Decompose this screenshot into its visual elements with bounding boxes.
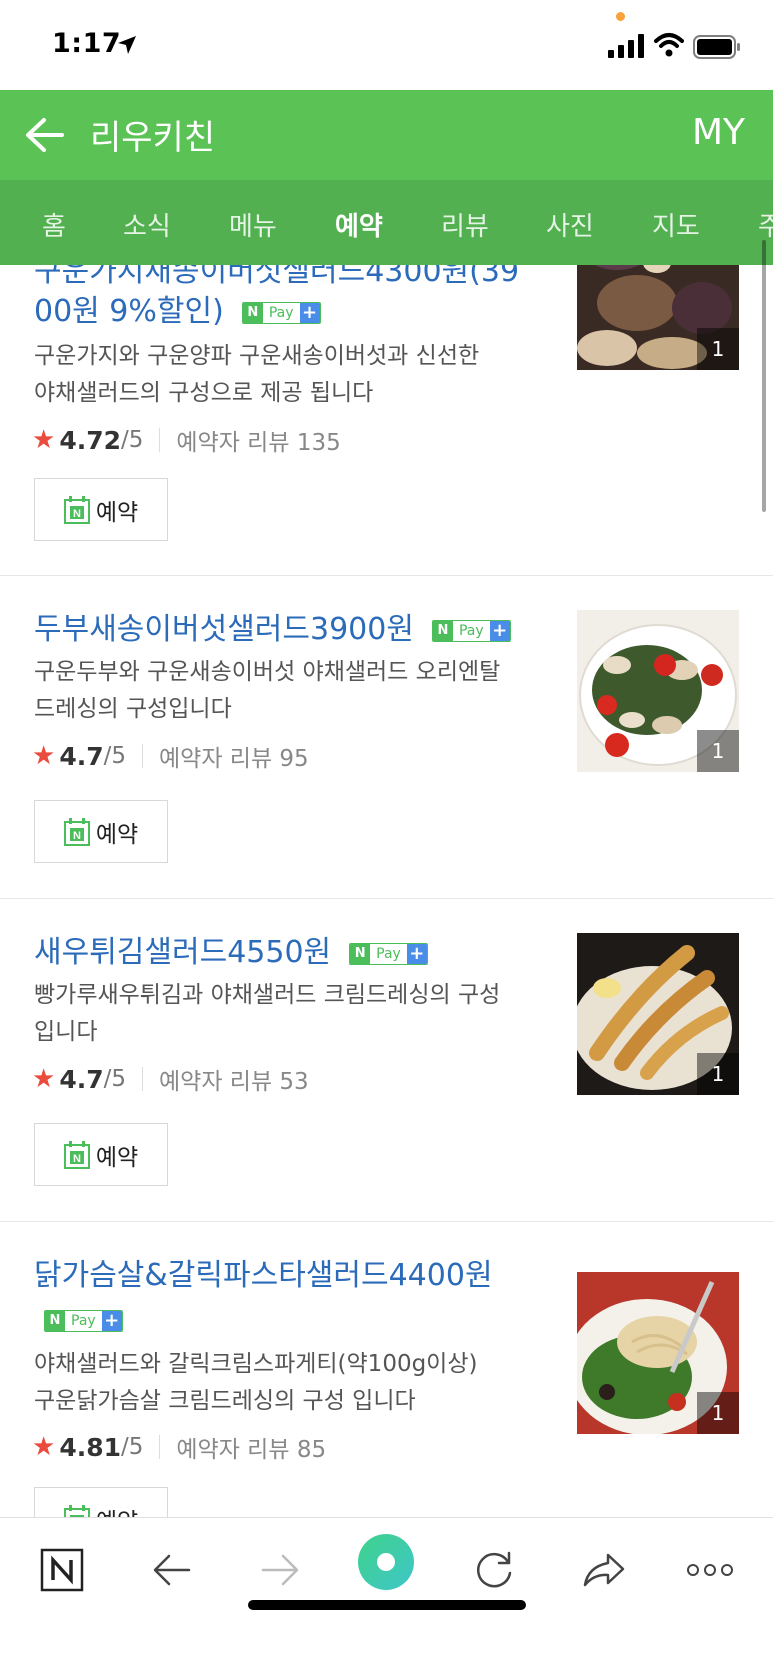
home-indicator[interactable] (248, 1600, 526, 1610)
tab-home[interactable]: 홈 (42, 206, 66, 243)
page-title: 리우키친 (90, 118, 216, 158)
item-title[interactable]: 두부새송이버섯샐러드3900원 N Pay + (34, 610, 511, 650)
food-photo[interactable]: 1 (577, 933, 739, 1095)
naver-home-button[interactable] (32, 1540, 92, 1600)
item-title[interactable]: 새우튀김샐러드4550원 N Pay + (34, 933, 428, 973)
svg-text:N: N (73, 508, 81, 520)
svg-text:N: N (73, 830, 81, 842)
food-photo[interactable]: 1 (577, 610, 739, 772)
tab-bar: 홈 소식 메뉴 예약 리뷰 사진 지도 주 (0, 180, 773, 265)
tab-photos[interactable]: 사진 (546, 206, 594, 243)
more-dots-icon (687, 1564, 733, 1576)
photo-count: 1 (697, 730, 739, 772)
photo-count: 1 (697, 328, 739, 370)
tab-map[interactable]: 지도 (652, 206, 700, 243)
tab-news[interactable]: 소식 (123, 206, 171, 243)
npay-badge: N Pay + (241, 301, 321, 324)
wifi-icon (654, 33, 684, 57)
npay-badge: N Pay + (431, 619, 511, 642)
item-description: 야채샐러드와 갈릭크림스파게티(약100g이상) 구운닭가슴살 크림드레싱의 구… (34, 1351, 478, 1414)
naver-calendar-icon: N (63, 1140, 90, 1169)
rating: ★ 4.81 /5 예약자 리뷰 85 (32, 1432, 327, 1463)
review-count: 예약자 리뷰 135 (176, 430, 341, 456)
forward-button[interactable] (250, 1540, 310, 1600)
review-count: 예약자 리뷰 53 (159, 1069, 309, 1095)
star-icon: ★ (32, 1432, 56, 1462)
rating: ★ 4.7 /5 예약자 리뷰 95 (32, 741, 309, 772)
cellular-signal-icon (608, 34, 644, 58)
star-icon: ★ (32, 1064, 56, 1094)
list-item[interactable]: 새우튀김샐러드4550원 N Pay + 빵가루새우튀김과 야채샐러드 크림드레싱의 … (0, 899, 773, 1222)
item-description: 구운가지와 구운양파 구운새송이버섯과 신선한 야채샐러드의 구성으로 제공 됩… (34, 343, 480, 406)
share-arrow-icon (583, 1553, 625, 1587)
app-header: 리우키친 MY (0, 90, 773, 180)
browser-toolbar (0, 1517, 773, 1673)
refresh-icon (477, 1551, 512, 1588)
forward-arrow-icon (261, 1554, 299, 1586)
item-description: 빵가루새우튀김과 야채샐러드 크림드레싱의 구성 입니다 (34, 982, 501, 1045)
item-title[interactable]: 닭가슴살&갈릭파스타샐러드4400원 (34, 1256, 493, 1296)
npay-badge: N Pay + (44, 1310, 123, 1332)
green-dot-button[interactable] (356, 1532, 416, 1592)
item-description: 구운두부와 구운새송이버섯 야채샐러드 오리엔탈 드레싱의 구성입니다 (34, 659, 501, 722)
reserve-button[interactable]: N 예약 (34, 800, 168, 863)
more-button[interactable] (680, 1540, 740, 1600)
review-count: 예약자 리뷰 85 (176, 1437, 327, 1463)
npay-badge: N Pay + (349, 942, 428, 965)
naver-calendar-icon: N (63, 817, 90, 846)
star-icon: ★ (32, 741, 56, 771)
back-arrow-icon (153, 1554, 191, 1586)
privacy-indicator-dot (616, 12, 625, 21)
status-bar: 1:17 (0, 0, 773, 90)
rating: ★ 4.7 /5 예약자 리뷰 53 (32, 1064, 309, 1095)
list-item[interactable]: 구운가지새송이버섯샐러드4300원(39 00원 9%할인) N Pay + 구운가지… (0, 208, 773, 576)
naver-n-icon (40, 1548, 84, 1592)
list-item[interactable]: 닭가슴살&갈릭파스타샐러드4400원 N Pay + 야채샐러드와 갈릭크림스파게티… (0, 1222, 773, 1552)
green-dot-icon (358, 1534, 414, 1590)
star-icon: ★ (32, 425, 56, 455)
photo-count: 1 (697, 1392, 739, 1434)
status-time: 1:17 (52, 28, 122, 59)
tab-menu[interactable]: 메뉴 (229, 206, 277, 243)
share-button[interactable] (574, 1540, 634, 1600)
rating: ★ 4.72 /5 예약자 리뷰 135 (32, 425, 341, 456)
food-photo[interactable]: 1 (577, 1272, 739, 1434)
battery-icon (693, 35, 740, 59)
scrollbar[interactable] (762, 240, 766, 512)
tab-reservation[interactable]: 예약 (335, 206, 383, 243)
photo-count: 1 (697, 1053, 739, 1095)
naver-calendar-icon: N (63, 495, 90, 524)
svg-text:N: N (73, 1153, 81, 1165)
back-arrow-icon[interactable] (22, 112, 68, 158)
tab-reviews[interactable]: 리뷰 (441, 206, 489, 243)
tab-more[interactable]: 주 (758, 206, 773, 243)
reserve-button[interactable]: N 예약 (34, 1123, 168, 1186)
review-count: 예약자 리뷰 95 (159, 746, 309, 772)
reserve-button[interactable]: N 예약 (34, 478, 168, 541)
list-item[interactable]: 두부새송이버섯샐러드3900원 N Pay + 구운두부와 구운새송이버섯 야채샐러드… (0, 576, 773, 899)
my-page-link[interactable]: MY (692, 112, 745, 153)
back-button[interactable] (142, 1540, 202, 1600)
location-arrow-icon (118, 36, 136, 54)
refresh-button[interactable] (464, 1540, 524, 1600)
